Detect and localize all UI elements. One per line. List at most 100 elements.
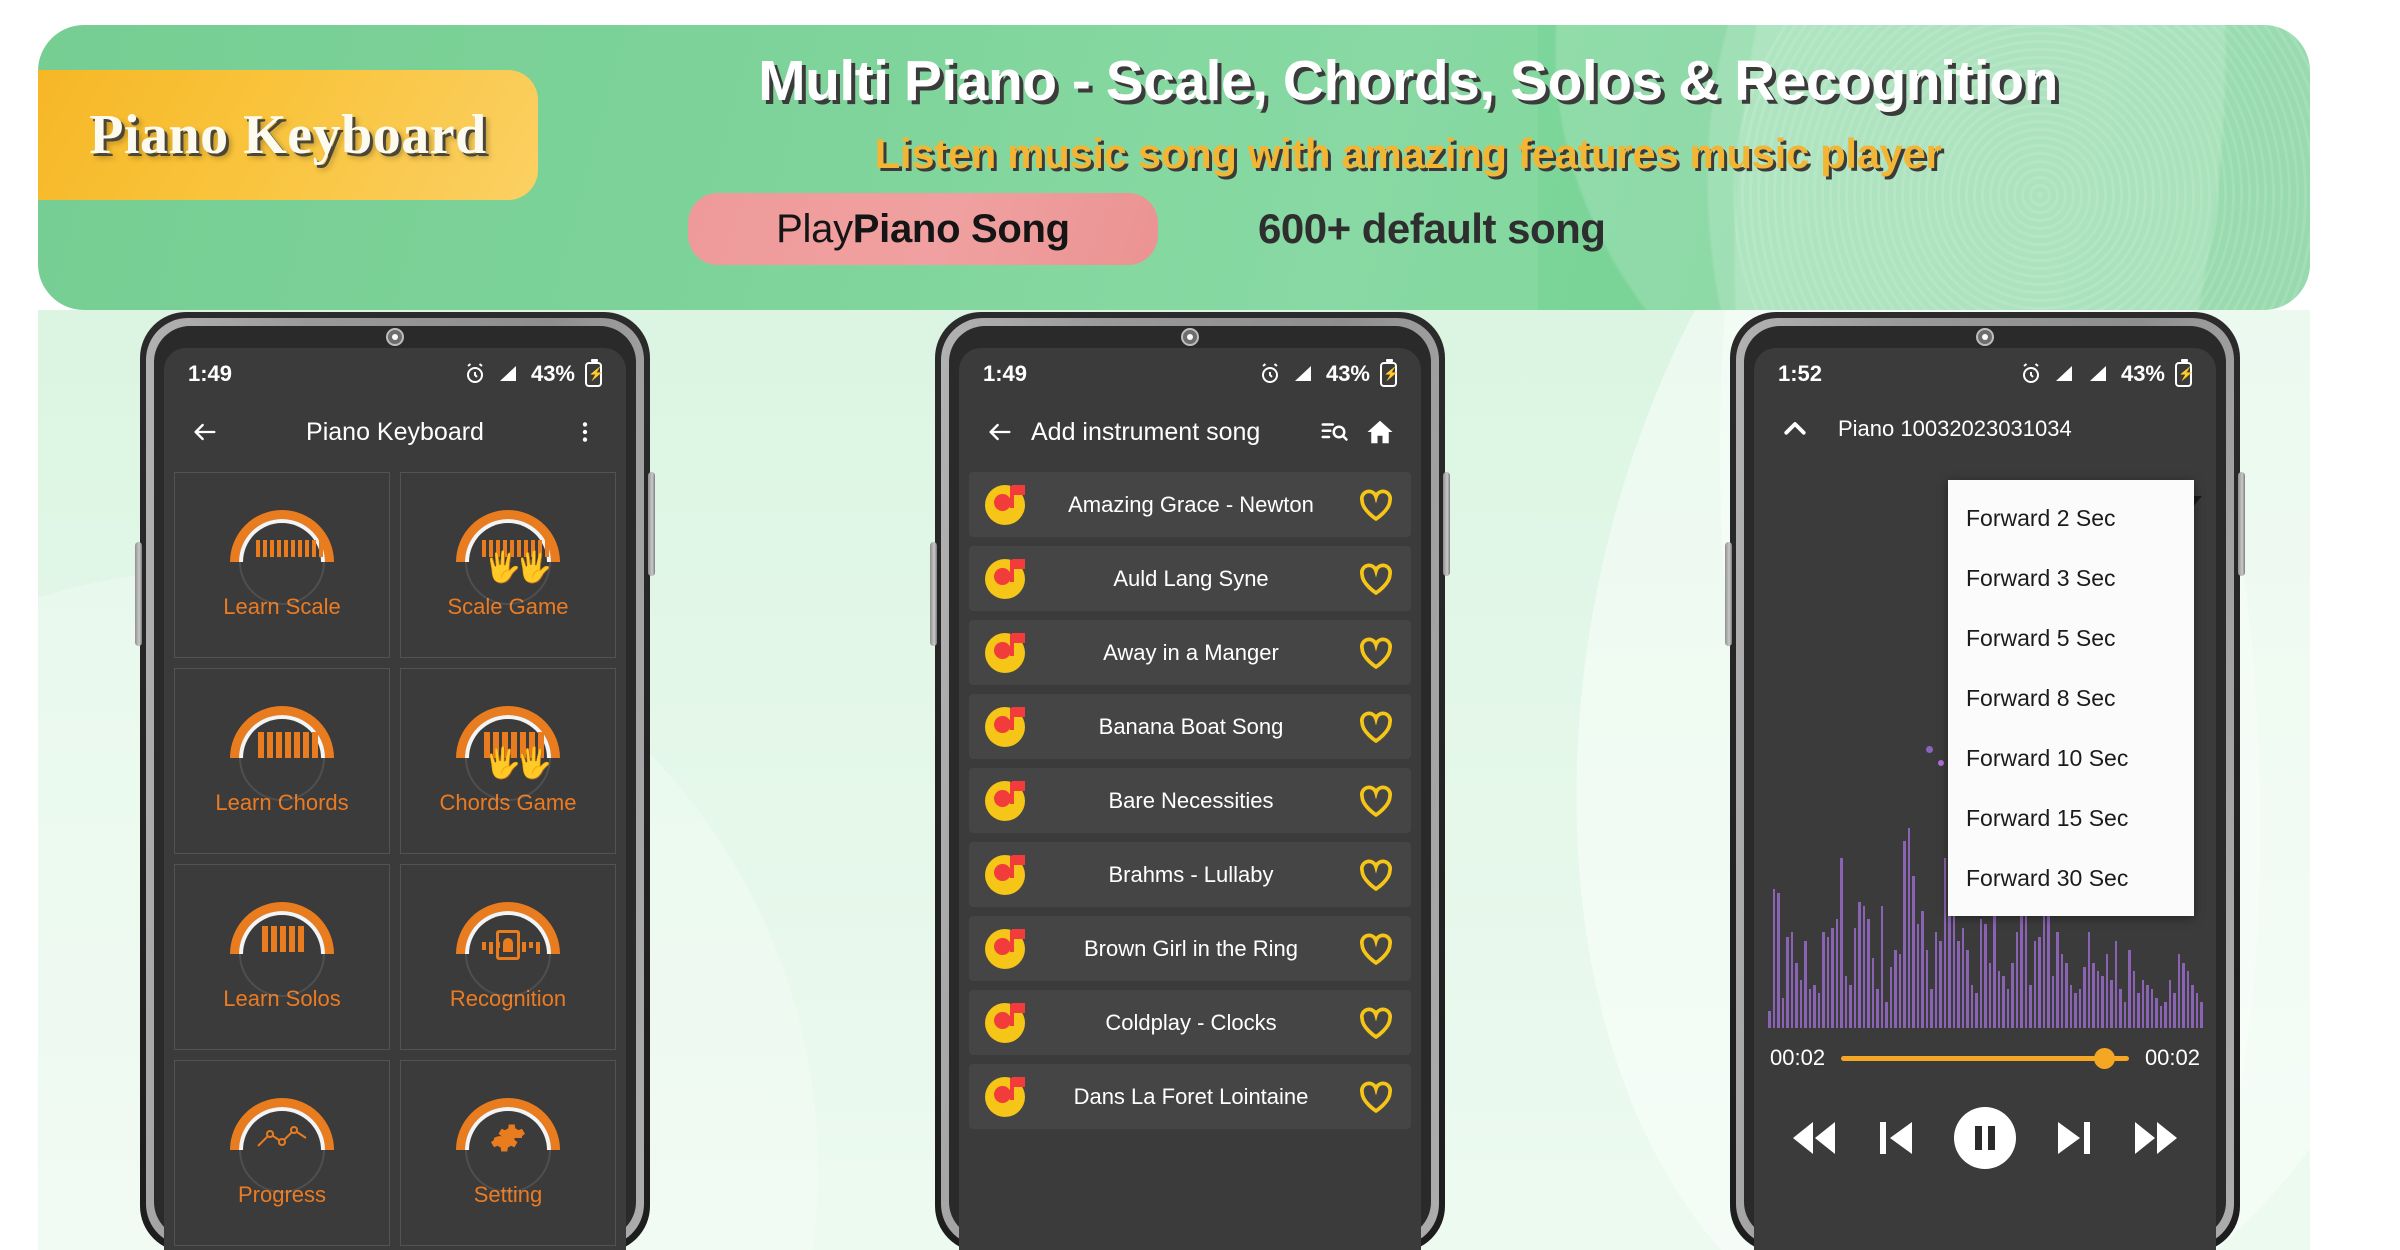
tile-setting[interactable]: Setting	[400, 1060, 616, 1246]
heart-outline-icon[interactable]	[1357, 710, 1395, 744]
learn-chords-icon	[230, 706, 334, 801]
visualizer-bar	[2038, 936, 2041, 1028]
phone2-side-button-left[interactable]	[930, 542, 937, 646]
list-item[interactable]: Dans La Foret Lointaine	[969, 1064, 1411, 1129]
now-playing-title: Piano 10032023031034	[1838, 416, 2072, 441]
visualizer-bar	[2146, 984, 2149, 1028]
visualizer-bar	[1817, 993, 1820, 1028]
visualizer-bar	[1903, 841, 1906, 1028]
phone1-side-button-left[interactable]	[135, 542, 142, 646]
visualizer-bar	[1957, 941, 1960, 1028]
page-title: Add instrument song	[1031, 417, 1261, 446]
visualizer-bar	[1790, 932, 1793, 1028]
visualizer-bar	[2024, 901, 2027, 1028]
list-item[interactable]: Away in a Manger	[969, 620, 1411, 685]
phone3-side-button-right[interactable]	[2238, 472, 2245, 576]
menu-item-forward-5[interactable]: Forward 5 Sec	[1948, 608, 2194, 668]
visualizer-bar	[2191, 984, 2194, 1028]
previous-button[interactable]	[1878, 1118, 1916, 1158]
phone1-side-button-right[interactable]	[648, 472, 655, 576]
search-list-icon[interactable]	[1311, 409, 1357, 455]
arrow-back-icon[interactable]	[977, 409, 1023, 455]
list-item[interactable]: Banana Boat Song	[969, 694, 1411, 759]
visualizer-bar	[1768, 1010, 1771, 1028]
fast-forward-button[interactable]	[2130, 1118, 2182, 1158]
visualizer-bar	[1934, 932, 1937, 1028]
phone3-clock: 1:52	[1778, 361, 1823, 386]
visualizer-bar	[1835, 919, 1838, 1028]
visualizer-bar	[1867, 919, 1870, 1028]
arrow-back-icon[interactable]	[182, 409, 228, 455]
list-item[interactable]: Bare Necessities	[969, 768, 1411, 833]
music-note-icon	[985, 706, 1025, 747]
tile-scale-game[interactable]: 🖐🖐 Scale Game	[400, 472, 616, 658]
tile-recognition[interactable]: Recognition	[400, 864, 616, 1050]
phone1-app-bar: Piano Keyboard	[164, 400, 626, 464]
visualizer-bar	[2141, 980, 2144, 1028]
front-camera-icon	[386, 328, 404, 346]
forward-options-dropdown[interactable]: Forward 2 Sec Forward 3 Sec Forward 5 Se…	[1948, 480, 2194, 916]
menu-item-forward-3[interactable]: Forward 3 Sec	[1948, 548, 2194, 608]
player-visual-area: ❤ Forward 2 Sec Forward 3 Sec Forward 5 …	[1754, 458, 2216, 1028]
alarm-icon	[2019, 362, 2043, 386]
phone-mockup-3: 1:52 43% ⚡ Piano 10032023031034 Forward …	[1725, 312, 2245, 1250]
hands-icon: 🖐🖐	[484, 551, 553, 584]
play-piano-song-badge: Play Piano Song	[688, 193, 1158, 265]
song-title: Away in a Manger	[1103, 639, 1279, 665]
list-item[interactable]: Coldplay - Clocks	[969, 990, 1411, 1055]
phone2-side-button-right[interactable]	[1443, 472, 1450, 576]
tile-chords-game[interactable]: 🖐🖐 Chords Game	[400, 668, 616, 854]
heart-outline-icon[interactable]	[1357, 488, 1395, 522]
tile-learn-solos[interactable]: Learn Solos	[174, 864, 390, 1050]
next-button[interactable]	[2054, 1118, 2092, 1158]
music-note-icon	[985, 854, 1025, 895]
heart-outline-icon[interactable]	[1357, 636, 1395, 670]
visualizer-bar	[2011, 962, 2014, 1028]
play-pause-button[interactable]	[1954, 1107, 2016, 1169]
visualizer-bar	[1979, 919, 1982, 1028]
chevron-up-icon[interactable]	[1772, 406, 1818, 452]
list-item[interactable]: Auld Lang Syne	[969, 546, 1411, 611]
menu-item-forward-30[interactable]: Forward 30 Sec	[1948, 848, 2194, 908]
phone3-status-bar: 1:52 43%	[1754, 348, 2216, 400]
song-title: Coldplay - Clocks	[1105, 1009, 1277, 1035]
visualizer-bar	[1921, 910, 1924, 1028]
menu-item-forward-8[interactable]: Forward 8 Sec	[1948, 668, 2194, 728]
heart-outline-icon[interactable]	[1357, 932, 1395, 966]
visualizer-bar	[2051, 975, 2054, 1028]
heart-outline-icon[interactable]	[1357, 858, 1395, 892]
signal-icon	[2053, 362, 2077, 386]
heart-outline-icon[interactable]	[1357, 784, 1395, 818]
heart-outline-icon[interactable]	[1357, 1006, 1395, 1040]
phone3-side-button-left[interactable]	[1725, 542, 1732, 646]
rewind-button[interactable]	[1788, 1118, 1840, 1158]
banner-headline: Multi Piano - Scale, Chords, Solos & Rec…	[758, 49, 2058, 113]
heart-outline-icon[interactable]	[1357, 562, 1395, 596]
list-item[interactable]: Amazing Grace - Newton	[969, 472, 1411, 537]
menu-item-forward-10[interactable]: Forward 10 Sec	[1948, 728, 2194, 788]
visualizer-bar	[2168, 980, 2171, 1028]
decor-dot	[1938, 760, 1944, 766]
seek-slider-knob[interactable]	[2093, 1047, 2115, 1069]
visualizer-bar	[1907, 828, 1910, 1028]
visualizer-bar	[1889, 967, 1892, 1028]
phone2-app-bar: Add instrument song	[959, 400, 1421, 464]
progress-icon	[230, 1098, 334, 1193]
elapsed-time-label: 00:02	[1770, 1045, 1826, 1070]
menu-item-forward-2[interactable]: Forward 2 Sec	[1948, 488, 2194, 548]
list-item[interactable]: Brahms - Lullaby	[969, 842, 1411, 907]
home-icon[interactable]	[1357, 409, 1403, 455]
seek-slider[interactable]	[1841, 1047, 2129, 1069]
menu-item-forward-15[interactable]: Forward 15 Sec	[1948, 788, 2194, 848]
song-list: Amazing Grace - Newton Auld Lang Syne Aw…	[959, 464, 1421, 1137]
visualizer-bar	[2020, 914, 2023, 1028]
list-item[interactable]: Brown Girl in the Ring	[969, 916, 1411, 981]
music-note-icon	[985, 484, 1025, 525]
tile-progress[interactable]: Progress	[174, 1060, 390, 1246]
tile-learn-chords[interactable]: Learn Chords	[174, 668, 390, 854]
phone2-screen: 1:49 43% Add instrument song	[959, 348, 1421, 1250]
visualizer-bar	[1916, 923, 1919, 1028]
more-vert-icon[interactable]	[562, 409, 608, 455]
tile-learn-scale[interactable]: Learn Scale	[174, 472, 390, 658]
heart-outline-icon[interactable]	[1357, 1080, 1395, 1114]
